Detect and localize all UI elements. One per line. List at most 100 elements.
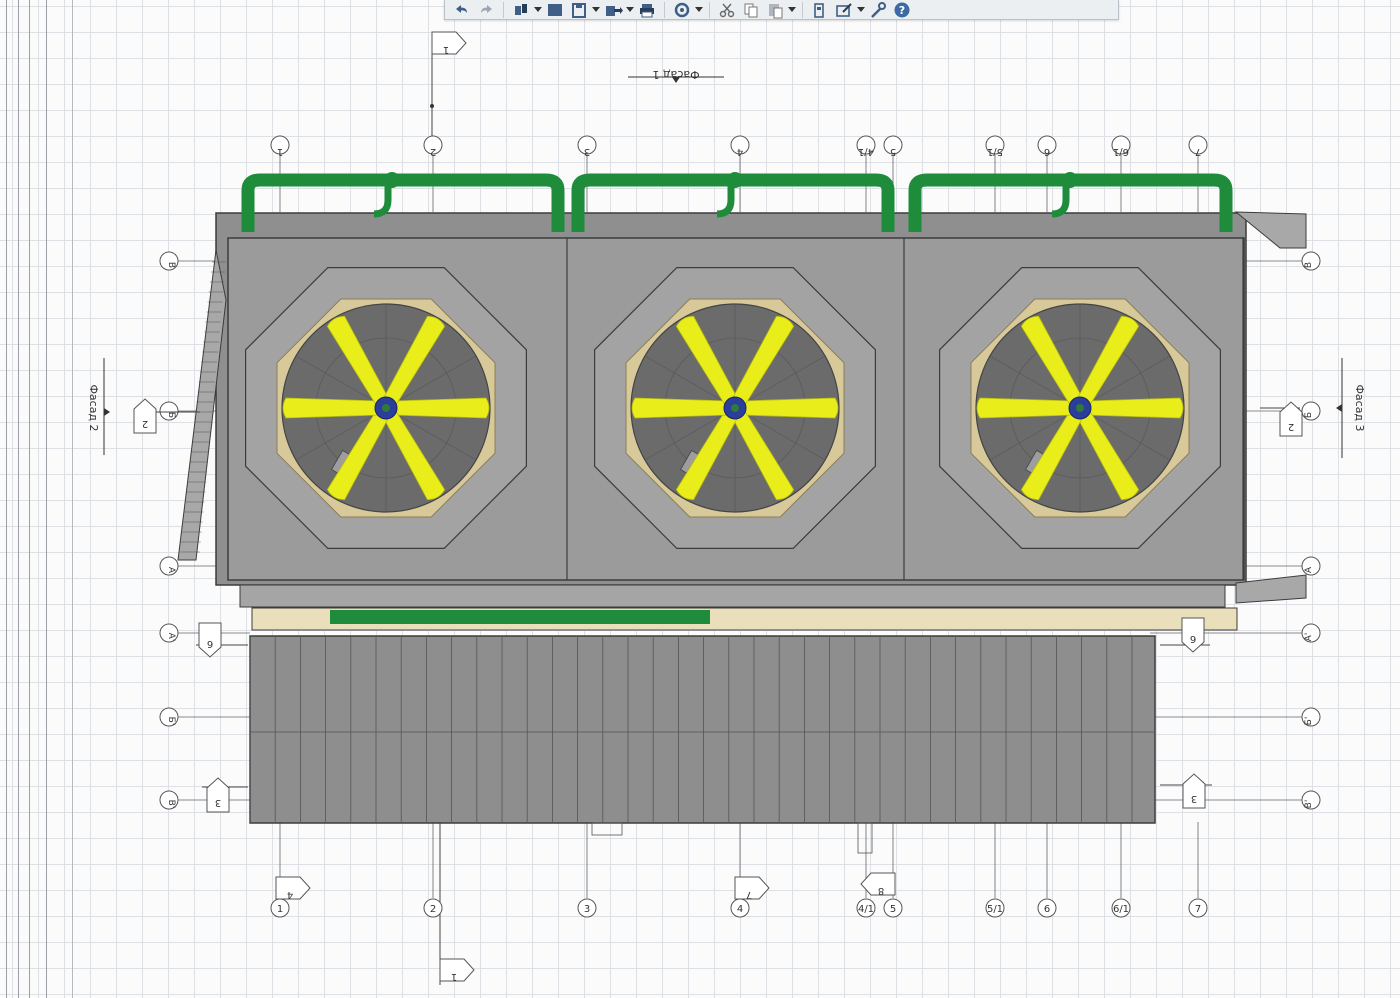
grid-bubble-right-5-label: Б' <box>1304 717 1314 726</box>
cooling-tower-plan: 1 1 Фасад 1 Фасад 2 Фасад 3 1 2 3 4 4/1 5 5/1 6 6/1 7 1… <box>87 31 1366 985</box>
fan-blade-shape <box>976 397 1075 419</box>
grid-bubble-right-6-label: В' <box>1304 800 1314 809</box>
chevron-down-icon <box>592 6 600 12</box>
options-icon <box>836 2 852 17</box>
facade-2-arrow <box>104 408 110 416</box>
chevron-down-icon <box>695 6 703 12</box>
help-icon: ? <box>894 2 910 17</box>
save-icon <box>572 2 586 18</box>
section-tag-mid-left-label: 6 <box>207 638 213 649</box>
grid-bubble-top-3-label: 3 <box>584 146 590 157</box>
grid-bubble-right-4-label: А' <box>1304 633 1314 642</box>
views-icon <box>515 3 527 15</box>
grid-bubble-left-5-label: Б' <box>166 717 176 726</box>
section-tag-left-label: 2 <box>142 418 148 429</box>
rotate-icon <box>674 2 690 17</box>
settings-button[interactable] <box>809 1 831 19</box>
fan-blade-shape <box>391 397 490 419</box>
drawing-canvas[interactable]: 1 1 Фасад 1 Фасад 2 Фасад 3 1 2 3 4 4/1 5 5/1 6 6/1 7 1… <box>0 0 1400 998</box>
redo-icon <box>481 4 492 13</box>
grid-bubble-bottom-10-label: 7 <box>1195 904 1201 915</box>
copy-icon <box>744 3 758 17</box>
section-tag-top-label: 1 <box>443 44 449 55</box>
grid-bubble-right-1-label: В <box>1304 262 1314 268</box>
undo-button[interactable] <box>451 1 473 19</box>
print-icon <box>640 3 654 17</box>
svg-text:?: ? <box>899 4 905 17</box>
grid-bubble-bottom-8-label: 6 <box>1044 904 1050 915</box>
settings-icon <box>814 2 824 18</box>
grid-bubble-top-7-label: 5/1 <box>987 146 1003 157</box>
door-left <box>591 822 623 836</box>
grid-bubble-bottom-5-label: 4/1 <box>858 904 874 915</box>
section-tag-bottom-7-label: 7 <box>746 889 752 900</box>
fan-blade <box>976 397 1075 419</box>
grid-bubble-bottom-9-label: 6/1 <box>1113 904 1129 915</box>
fan-blade <box>740 397 839 419</box>
grid-bubble-top-2-label: 2 <box>430 146 436 157</box>
wrench-icon <box>871 1 886 18</box>
chevron-down-icon <box>534 6 542 12</box>
fan-blade-shape <box>282 397 381 419</box>
chevron-down-icon <box>857 6 865 12</box>
facade-3-arrow <box>1336 404 1342 412</box>
grid-bubble-bottom-4-label: 4 <box>737 904 743 915</box>
section-dot <box>430 104 434 108</box>
paste-button[interactable] <box>764 1 786 19</box>
scissors-icon <box>719 3 735 17</box>
undo-icon <box>456 4 467 13</box>
fan-blade-shape <box>740 397 839 419</box>
fan-blade <box>282 397 381 419</box>
grid-bubble-bottom-1-label: 1 <box>277 904 283 915</box>
options-button[interactable] <box>833 1 855 19</box>
grid-bubble-top-5-label: 4/1 <box>858 146 874 157</box>
paste-dropdown-arrow[interactable] <box>788 1 796 19</box>
rotate-dropdown-arrow[interactable] <box>695 1 703 19</box>
chevron-down-icon <box>626 6 634 12</box>
views-dropdown-arrow[interactable] <box>534 1 542 19</box>
cut-button[interactable] <box>716 1 738 19</box>
section-tag-low-left-label: 3 <box>215 797 221 808</box>
grid-bubble-left-6-label: В' <box>166 800 176 809</box>
grid-bubble-left-3-label: А <box>166 567 176 574</box>
print-button[interactable] <box>636 1 658 19</box>
copy-button[interactable] <box>740 1 762 19</box>
grid-bubble-top-4-label: 4 <box>737 146 743 157</box>
grid-bubble-top-10-label: 7 <box>1195 146 1201 157</box>
section-tag-bottom-4-label: 4 <box>287 889 293 900</box>
section-tag-mid-right-label: 6 <box>1190 633 1196 644</box>
grid-bubble-bottom-6-label: 5 <box>890 904 896 915</box>
fan-hub-center <box>382 404 390 412</box>
grid-bubble-left-2-label: Б <box>166 412 176 418</box>
section-tag-bottom-label: 1 <box>451 971 457 982</box>
options-dropdown-arrow[interactable] <box>857 1 865 19</box>
grid-bubble-top-8-label: 6 <box>1044 146 1050 157</box>
toolbar-separator <box>802 1 803 18</box>
toolbar: ? <box>444 0 1119 20</box>
grid-bubble-bottom-7-label: 5/1 <box>987 904 1003 915</box>
fan-hub-center <box>1076 404 1084 412</box>
save-button[interactable] <box>568 1 590 19</box>
facade-1-label: Фасад 1 <box>652 68 699 81</box>
rotate-button[interactable] <box>671 1 693 19</box>
views-button[interactable] <box>510 1 532 19</box>
help-button[interactable]: ? <box>891 1 913 19</box>
tools-button[interactable] <box>867 1 889 19</box>
grid-bubble-bottom-3-label: 3 <box>584 904 590 915</box>
roof-edge-band <box>239 584 1226 608</box>
fan-blade <box>1085 397 1184 419</box>
section-tag-bottom-8-label: 8 <box>878 885 884 896</box>
toolbar-separator <box>664 1 665 18</box>
fan-hub-center <box>731 404 739 412</box>
display-style-button[interactable] <box>544 1 566 19</box>
export-button[interactable] <box>602 1 624 19</box>
grid-bubble-right-2-label: Б <box>1304 412 1314 418</box>
fan-blade <box>631 397 730 419</box>
export-icon <box>606 5 623 16</box>
fan-blade-shape <box>631 397 730 419</box>
grid-bubble-top-6-label: 5 <box>890 146 896 157</box>
redo-button[interactable] <box>475 1 497 19</box>
lower-roof <box>249 635 1156 824</box>
save-dropdown-arrow[interactable] <box>592 1 600 19</box>
export-dropdown-arrow[interactable] <box>626 1 634 19</box>
